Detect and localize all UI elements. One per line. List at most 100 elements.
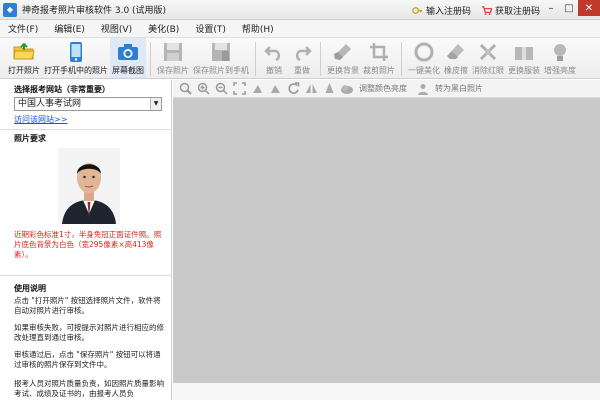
undo-icon <box>264 46 281 61</box>
maximize-button[interactable]: □ <box>560 0 578 16</box>
adjust-color-button[interactable] <box>339 82 355 96</box>
flip-vertical-button[interactable] <box>321 82 337 96</box>
open-photo-button[interactable]: 打开照片 <box>6 38 42 78</box>
zoom-in-button[interactable] <box>195 82 211 96</box>
visit-site-link[interactable]: 访问该网站>> <box>14 114 67 125</box>
sample-portrait-image <box>58 148 120 224</box>
rotate-left-icon <box>252 85 262 93</box>
save-to-phone-label: 保存照片到手机 <box>193 66 249 75</box>
save-icon <box>164 43 182 61</box>
site-section: 选择报考网站（非常重要） <box>0 84 172 95</box>
undo-label: 撤销 <box>266 66 282 75</box>
change-background-label: 更换背景 <box>327 66 359 75</box>
open-phone-photo-label: 打开手机中的照片 <box>44 66 108 75</box>
brightness-icon <box>554 44 566 61</box>
photo-req-title: 照片要求 <box>14 134 46 143</box>
clothes-icon <box>515 47 533 60</box>
app-icon: ◆ <box>3 2 17 17</box>
open-photo-label: 打开照片 <box>8 66 40 75</box>
zoom-in-icon <box>197 82 210 95</box>
zoom-out-button[interactable] <box>213 82 229 96</box>
close-button[interactable]: ✕ <box>578 0 600 16</box>
enter-code-link[interactable]: 输入注册码 <box>412 4 471 17</box>
window-controls: – □ ✕ <box>542 0 600 18</box>
minimize-button[interactable]: – <box>542 0 560 16</box>
change-clothes-button[interactable]: 更换服装 <box>506 38 542 78</box>
title-bar: ◆ 神奇报考照片审核软件 3.0 (试用版) 输入注册码 获取注册码 – □ ✕ <box>0 0 600 20</box>
menu-edit[interactable]: 编辑(E) <box>54 22 85 35</box>
beautify-icon <box>414 42 434 62</box>
open-phone-photo-button[interactable]: 打开手机中的照片 <box>42 38 110 78</box>
change-clothes-label: 更换服装 <box>508 66 540 75</box>
view-toolbar: 调整颜色亮度 转为黑白照片 <box>173 80 600 98</box>
rotate-right-button[interactable] <box>267 82 283 96</box>
eraser-button[interactable]: 橡皮擦 <box>442 38 470 78</box>
flip-horizontal-icon <box>305 84 317 93</box>
toolbar-separator <box>255 42 256 76</box>
crop-photo-label: 裁剪照片 <box>363 66 395 75</box>
usage-paragraph: 如果审核失败，可按提示对照片进行相应的修改处理直到通过审核。 <box>14 323 164 342</box>
red-eye-button[interactable]: 消除红眼 <box>470 38 506 78</box>
toolbar-separator <box>150 42 151 76</box>
refresh-button[interactable] <box>285 82 301 96</box>
exam-site-select[interactable]: 中国人事考试网 ▼ <box>14 97 162 111</box>
save-to-phone-icon <box>212 43 230 61</box>
save-photo-button[interactable]: 保存照片 <box>155 38 191 78</box>
photo-req-section: 照片要求 <box>0 133 172 144</box>
screenshot-button[interactable]: 屏幕截图 <box>110 38 146 78</box>
usage-paragraph: 审核通过后，点击 "保存照片" 按钮可以将通过审核的照片保存到文件中。 <box>14 350 161 369</box>
background-brush-icon <box>334 44 351 60</box>
registration-links: 输入注册码 获取注册码 <box>412 0 540 20</box>
exam-site-value: 中国人事考试网 <box>18 99 82 109</box>
to-bw-button[interactable] <box>415 82 431 96</box>
undo-button[interactable]: 撤销 <box>260 38 288 78</box>
beautify-label: 一键美化 <box>408 66 440 75</box>
rotate-right-icon <box>270 85 280 93</box>
cart-icon <box>481 5 492 15</box>
to-bw-label[interactable]: 转为黑白照片 <box>435 83 483 94</box>
actual-size-icon <box>232 82 246 95</box>
redo-icon <box>295 46 312 61</box>
left-panel: 选择报考网站（非常重要） 中国人事考试网 ▼ 访问该网站>> 照片要求 近期彩色… <box>0 80 172 400</box>
chevron-down-icon[interactable]: ▼ <box>150 98 161 110</box>
usage-paragraph: 点击 "打开照片" 按钮选择照片文件，软件将自动对照片进行审核。 <box>14 296 161 315</box>
key-icon <box>412 6 423 14</box>
redo-button[interactable]: 重做 <box>288 38 316 78</box>
zoom-fit-button[interactable] <box>177 82 193 96</box>
toolbar-separator <box>320 42 321 76</box>
redo-label: 重做 <box>294 66 310 75</box>
eraser-icon <box>447 44 464 59</box>
save-photo-label: 保存照片 <box>157 66 189 75</box>
crop-icon <box>370 43 388 61</box>
actual-size-button[interactable] <box>231 82 247 96</box>
zoom-out-icon <box>215 82 228 95</box>
menu-settings[interactable]: 设置(T) <box>195 22 226 35</box>
canvas-status-area <box>173 383 600 400</box>
get-code-label: 获取注册码 <box>494 6 540 17</box>
adjust-color-label[interactable]: 调整颜色亮度 <box>359 83 407 94</box>
change-background-button[interactable]: 更换背景 <box>325 38 361 78</box>
beautify-button[interactable]: 一键美化 <box>406 38 442 78</box>
main-toolbar: 打开照片 打开手机中的照片 屏幕截图 保存照片 保存照片到手机 撤销 重做 更换… <box>0 38 600 79</box>
folder-open-icon <box>13 43 35 60</box>
usage-section: 使用说明 <box>0 283 172 294</box>
enhance-brightness-button[interactable]: 增强亮度 <box>542 38 578 78</box>
rotate-left-button[interactable] <box>249 82 265 96</box>
menu-help[interactable]: 帮助(H) <box>242 22 274 35</box>
image-canvas[interactable] <box>173 98 600 383</box>
crop-photo-button[interactable]: 裁剪照片 <box>361 38 397 78</box>
menu-beautify[interactable]: 美化(B) <box>148 22 179 35</box>
sample-photo <box>58 148 120 224</box>
menu-view[interactable]: 视图(V) <box>101 22 132 35</box>
save-to-phone-button[interactable]: 保存照片到手机 <box>191 38 251 78</box>
zoom-fit-icon <box>179 82 192 95</box>
phone-icon <box>70 42 82 62</box>
photo-requirement-text: 近期彩色标准1寸，半身免冠正面证件照。照片底色背景为白色（宽295像素×高413… <box>14 230 162 259</box>
divider <box>0 275 172 276</box>
get-code-link[interactable]: 获取注册码 <box>481 4 540 17</box>
screenshot-label: 屏幕截图 <box>112 66 144 75</box>
flip-horizontal-button[interactable] <box>303 82 319 96</box>
toolbar-separator <box>401 42 402 76</box>
enter-code-label: 输入注册码 <box>425 6 471 17</box>
menu-file[interactable]: 文件(F) <box>8 22 38 35</box>
